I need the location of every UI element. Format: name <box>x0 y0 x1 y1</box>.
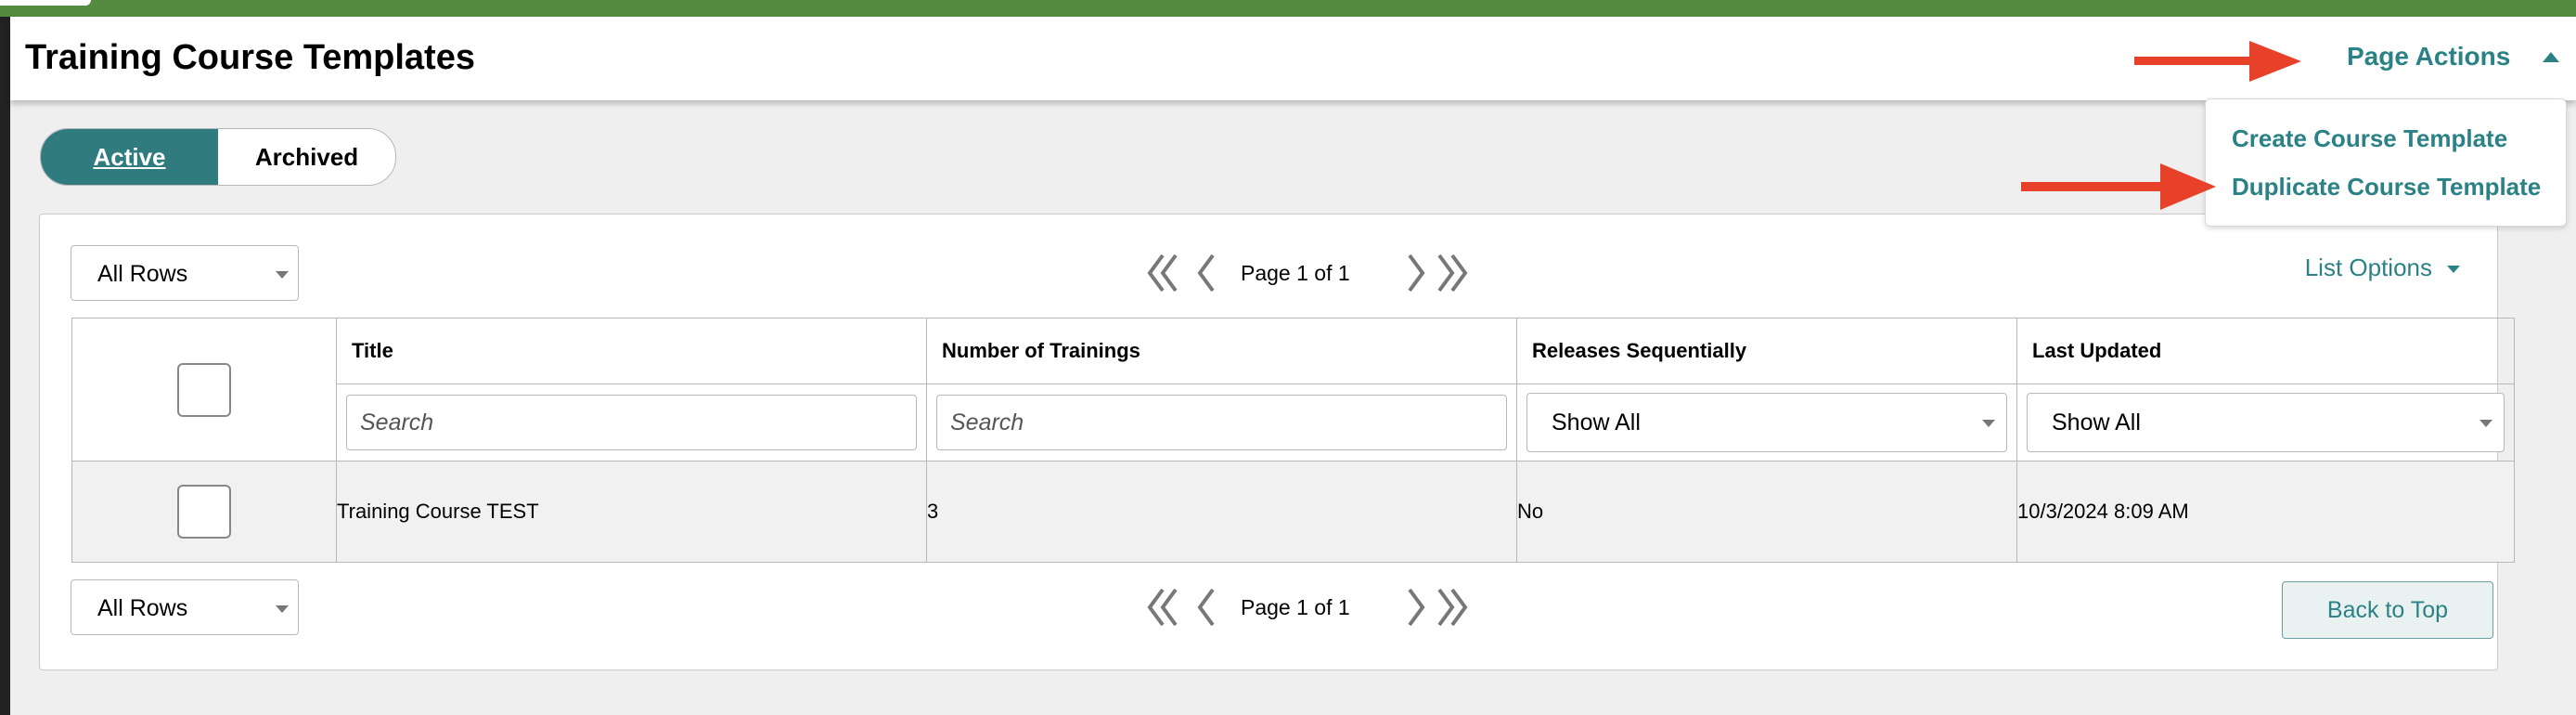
rows-select-value: All Rows <box>97 261 188 287</box>
left-edge-strip <box>0 17 10 715</box>
trainings-filter-cell <box>926 384 1517 462</box>
releases-filter-value: Show All <box>1552 410 1641 436</box>
page-title: Training Course Templates <box>25 38 475 77</box>
releases-filter-select[interactable]: Show All <box>1526 393 2007 452</box>
rows-per-page-select-top[interactable]: All Rows <box>71 245 299 301</box>
cell-releases-sequentially: No <box>1516 461 2017 563</box>
course-template-table: Title Number of Trainings Releases Seque… <box>71 318 2515 563</box>
rows-per-page-select-bottom[interactable]: All Rows <box>71 579 299 635</box>
first-page-icon[interactable] <box>1146 584 1179 630</box>
caret-down-icon <box>276 605 289 613</box>
row-select-cell <box>71 461 337 563</box>
caret-down-icon[interactable] <box>2447 266 2460 273</box>
updated-filter-cell: Show All <box>2016 384 2515 462</box>
top-brand-bar <box>0 0 2576 17</box>
releases-filter-cell: Show All <box>1516 384 2017 462</box>
last-page-icon[interactable] <box>1436 584 1469 630</box>
caret-down-icon <box>1982 420 1995 427</box>
title-filter-cell <box>336 384 927 462</box>
prev-page-icon[interactable] <box>1194 584 1217 630</box>
page-actions-button[interactable]: Page Actions <box>2347 41 2510 72</box>
last-page-icon[interactable] <box>1436 250 1469 296</box>
column-header-title[interactable]: Title <box>336 318 927 384</box>
row-checkbox[interactable] <box>177 485 231 539</box>
table-header-row: Title Number of Trainings Releases Seque… <box>71 318 2515 462</box>
first-page-icon[interactable] <box>1146 250 1179 296</box>
prev-page-icon[interactable] <box>1194 250 1217 296</box>
table-filter-row: Show All Show All <box>72 384 2515 462</box>
select-all-checkbox[interactable] <box>177 362 231 417</box>
pagination-text: Page 1 of 1 <box>1241 595 1350 619</box>
cell-title[interactable]: Training Course TEST <box>336 461 927 563</box>
caret-down-icon <box>2479 420 2492 427</box>
caret-up-icon[interactable] <box>2543 52 2559 62</box>
last-updated-filter-select[interactable]: Show All <box>2027 393 2505 452</box>
annotation-arrow-icon <box>2134 41 2301 82</box>
next-page-icon[interactable] <box>1406 250 1428 296</box>
trainings-search-input[interactable] <box>936 395 1507 450</box>
cell-number-of-trainings: 3 <box>926 461 1517 563</box>
archived-toggle-option[interactable]: Archived <box>218 129 395 185</box>
pagination-bottom: Page 1 of 1 <box>1146 584 1468 630</box>
column-header-last-updated[interactable]: Last Updated <box>2016 318 2515 384</box>
pagination-top: Page 1 of 1 <box>1146 250 1468 296</box>
pagination-text: Page 1 of 1 <box>1241 261 1350 285</box>
next-page-icon[interactable] <box>1406 584 1428 630</box>
status-toggle: Active Archived <box>40 128 396 186</box>
select-all-cell <box>71 318 337 462</box>
top-bar-tab <box>0 0 91 6</box>
table-row[interactable]: Training Course TEST 3 No 10/3/2024 8:09… <box>71 461 2515 563</box>
active-toggle-option[interactable]: Active <box>41 129 218 185</box>
column-header-releases-sequentially[interactable]: Releases Sequentially <box>1516 318 2017 384</box>
annotation-arrow-icon <box>2021 163 2216 210</box>
create-course-template-menu-item[interactable]: Create Course Template <box>2232 124 2507 153</box>
page-actions-menu: Create Course Template Duplicate Course … <box>2205 98 2567 227</box>
title-search-input[interactable] <box>346 395 917 450</box>
caret-down-icon <box>276 271 289 279</box>
rows-select-value: All Rows <box>97 595 188 621</box>
course-template-list-panel: All Rows Page 1 of 1 List Options Title … <box>39 214 2515 670</box>
column-header-number-of-trainings[interactable]: Number of Trainings <box>926 318 1517 384</box>
list-options-button[interactable]: List Options <box>2305 254 2432 281</box>
last-updated-filter-value: Show All <box>2052 410 2141 436</box>
duplicate-course-template-menu-item[interactable]: Duplicate Course Template <box>2232 172 2541 202</box>
back-to-top-button[interactable]: Back to Top <box>2282 581 2493 639</box>
cell-last-updated: 10/3/2024 8:09 AM <box>2016 461 2515 563</box>
